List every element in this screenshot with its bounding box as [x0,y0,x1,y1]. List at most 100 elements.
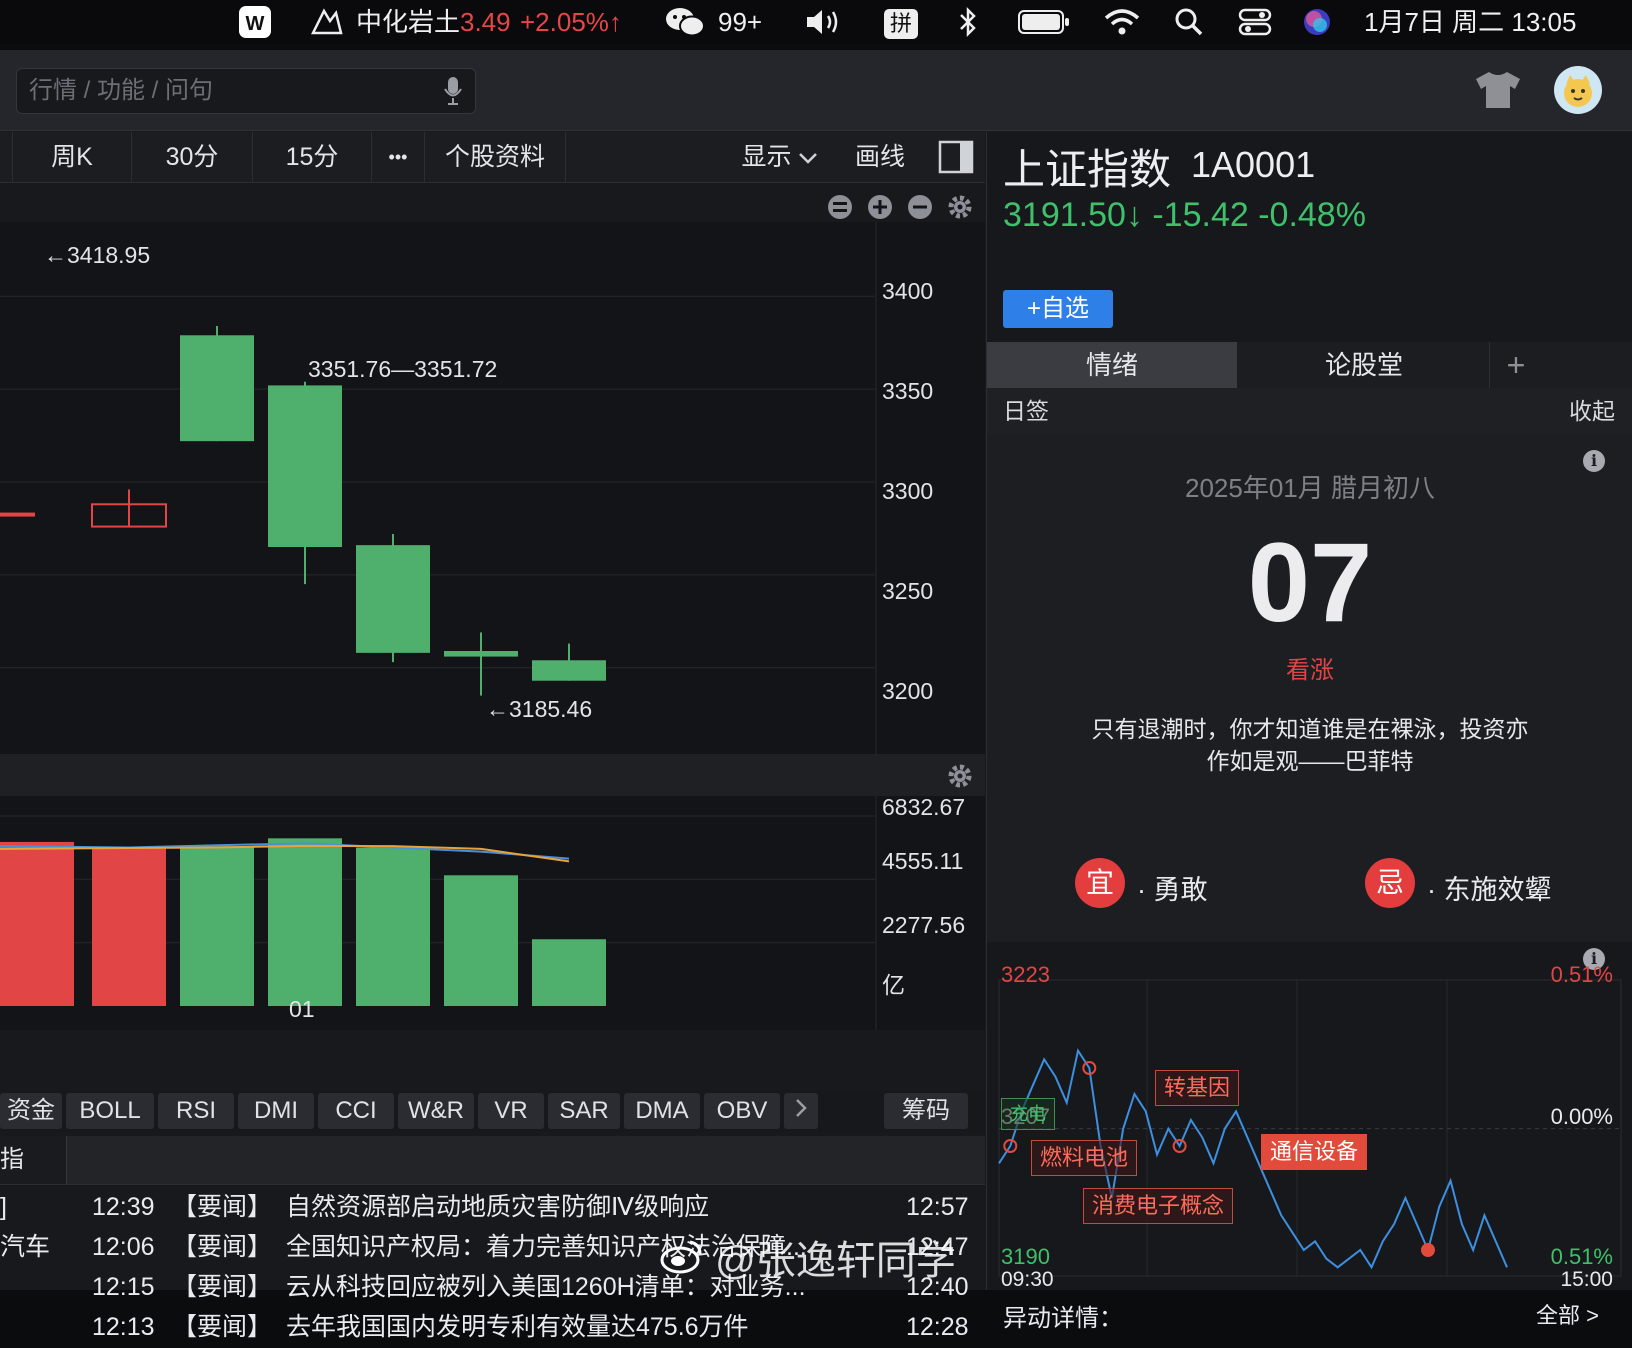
tab-hidden[interactable] [0,132,13,182]
tab-forum[interactable]: 论股堂 [1239,342,1490,388]
intraday-chart[interactable] [987,962,1632,1290]
add-watchlist-button[interactable]: +自选 [1003,290,1113,328]
volume-bar[interactable] [356,847,430,1006]
svg-text:W: W [246,13,265,35]
gap-annotation: 3351.76—3351.72 [308,356,498,382]
volume-bar[interactable] [532,939,606,1006]
stock-profile-button[interactable]: 个股资料 [425,132,566,182]
news-row-time-right: 12:28 [906,1313,969,1341]
indicator-tab-wr[interactable]: W&R [398,1093,474,1129]
x-axis-label: 01 [289,996,315,1022]
concept-tag-fuel-cell[interactable]: 燃料电池 [1031,1140,1138,1176]
intraday-start-time: 09:30 [1001,1268,1054,1291]
draw-line-button[interactable]: 画线 [840,132,920,182]
wechat-icon[interactable] [664,0,706,44]
zoom-in-icon[interactable] [868,195,892,219]
volume-icon[interactable] [804,0,844,44]
zoom-out-icon[interactable] [828,195,852,219]
daily-card: i 2025年01月 腊月初八 07 看涨 只有退潮时，你才知道谁是在裸泳，投资… [987,434,1632,824]
more-periods-button[interactable]: ••• [372,132,425,182]
stock-ticker-icon[interactable] [310,0,344,44]
chips-button[interactable]: 筹码 [884,1093,968,1129]
indicator-tab-dma[interactable]: DMA [624,1093,700,1129]
ji-text: · 东施效颦 [1427,875,1552,905]
indicator-tab-funds[interactable]: 资金 [0,1093,62,1129]
bluetooth-icon[interactable] [958,0,978,44]
tab-weekly[interactable]: 周K [13,132,132,182]
watermark-text: @张逸轩同学 [715,1239,956,1283]
candle-body[interactable] [180,335,254,442]
chart-settings-gear-icon[interactable] [948,195,972,219]
daily-quote-line1: 只有退潮时，你才知道谁是在裸泳，投资亦 [1091,716,1529,742]
news-row[interactable]: 12:13 【要闻】 去年我国国内发明专利有效量达475.6万件 12:28 [0,1306,985,1348]
volume-bar[interactable] [444,875,518,1006]
indicator-tab-boll[interactable]: BOLL [66,1093,154,1129]
tab-30min[interactable]: 30分 [132,132,253,182]
stock-change: -15.42 [1152,196,1249,234]
daily-date: 2025年01月 腊月初八 [1185,473,1435,503]
news-tab-index[interactable]: 指 [0,1136,67,1184]
indicator-tab-cci[interactable]: CCI [318,1093,394,1129]
volume-bar[interactable] [0,841,74,1006]
intraday-event-dot[interactable] [1420,1243,1435,1257]
candle-body[interactable] [0,512,35,517]
minus-icon[interactable] [908,195,932,219]
volume-settings-gear-icon[interactable] [946,762,974,790]
candle-body[interactable] [444,651,518,657]
volume-bar[interactable] [180,846,254,1006]
wifi-icon[interactable] [1104,0,1140,44]
spotlight-search-icon[interactable] [1174,0,1204,44]
intraday-end-time: 15:00 [1560,1268,1613,1291]
input-method-icon[interactable]: 拼 [884,0,918,44]
indicator-tab-obv[interactable]: OBV [704,1093,780,1129]
concept-tag-charging[interactable]: 充电 [1001,1098,1055,1130]
indicator-scroll-right[interactable] [784,1093,818,1129]
period-toolbar: 周K 30分 15分 ••• 个股资料 显示 画线 [0,132,985,183]
siri-icon[interactable] [1302,0,1332,44]
news-row-title: 去年我国国内发明专利有效量达475.6万件 [286,1313,749,1341]
volume-axis-unit: 亿 [882,972,905,998]
display-dropdown[interactable]: 显示 [730,132,830,182]
indicator-tab-rsi[interactable]: RSI [158,1093,234,1129]
news-row[interactable]: ] 12:39 【要闻】 自然资源部启动地质灾害防御Ⅳ级响应 12:57 [0,1186,985,1228]
intraday-axis-high-pct: 0.51% [1550,962,1613,987]
control-center-icon[interactable] [1238,0,1272,44]
battery-icon[interactable] [1018,0,1070,44]
anomaly-all-link[interactable]: 全部 > [1536,1298,1599,1330]
candle-body[interactable] [356,545,430,653]
add-tab-button[interactable]: + [1491,342,1541,388]
ticker-name[interactable]: 中化岩土 [356,0,460,44]
indicator-tab-sar[interactable]: SAR [548,1093,620,1129]
chart-zoom-controls [828,195,972,219]
indicator-tab-dmi[interactable]: DMI [238,1093,314,1129]
concept-tag-consumer-electronics[interactable]: 消费电子概念 [1083,1188,1234,1224]
chevron-down-icon [799,153,818,164]
volume-bar[interactable] [92,847,166,1006]
volume-chart[interactable] [0,796,985,1030]
candle-body[interactable] [532,660,606,681]
watermark: @张逸轩同学 [660,1228,956,1286]
intraday-axis-high: 3223 [1001,962,1050,987]
news-row-title: 自然资源部启动地质灾害防御Ⅳ级响应 [286,1193,710,1221]
indicator-tab-vr[interactable]: VR [478,1093,544,1129]
tab-sentiment[interactable]: 情绪 [987,342,1237,388]
chevron-right-icon [796,1099,807,1117]
volume-bar[interactable] [268,838,342,1006]
avatar[interactable] [1554,66,1602,114]
microphone-icon[interactable] [443,76,463,106]
news-row-time: 12:13 [92,1313,155,1341]
search-box[interactable] [16,68,476,114]
search-input[interactable] [27,75,431,107]
stock-code: 1A0001 [1191,144,1316,185]
kline-chart[interactable] [0,222,985,762]
clock[interactable]: 1月7日 周二 13:05 [1364,0,1576,44]
skin-tshirt-icon[interactable] [1472,70,1524,110]
concept-tag-telecom[interactable]: 通信设备 [1261,1134,1368,1170]
daily-quote-line2: 作如是观——巴菲特 [1206,748,1414,774]
collapse-button[interactable]: 收起 [1569,388,1615,434]
layout-toggle-icon[interactable] [938,140,974,174]
candle-body[interactable] [268,385,342,547]
concept-tag-gmo[interactable]: 转基因 [1155,1070,1240,1106]
wps-icon[interactable]: W [238,0,272,44]
tab-15min[interactable]: 15分 [253,132,372,182]
